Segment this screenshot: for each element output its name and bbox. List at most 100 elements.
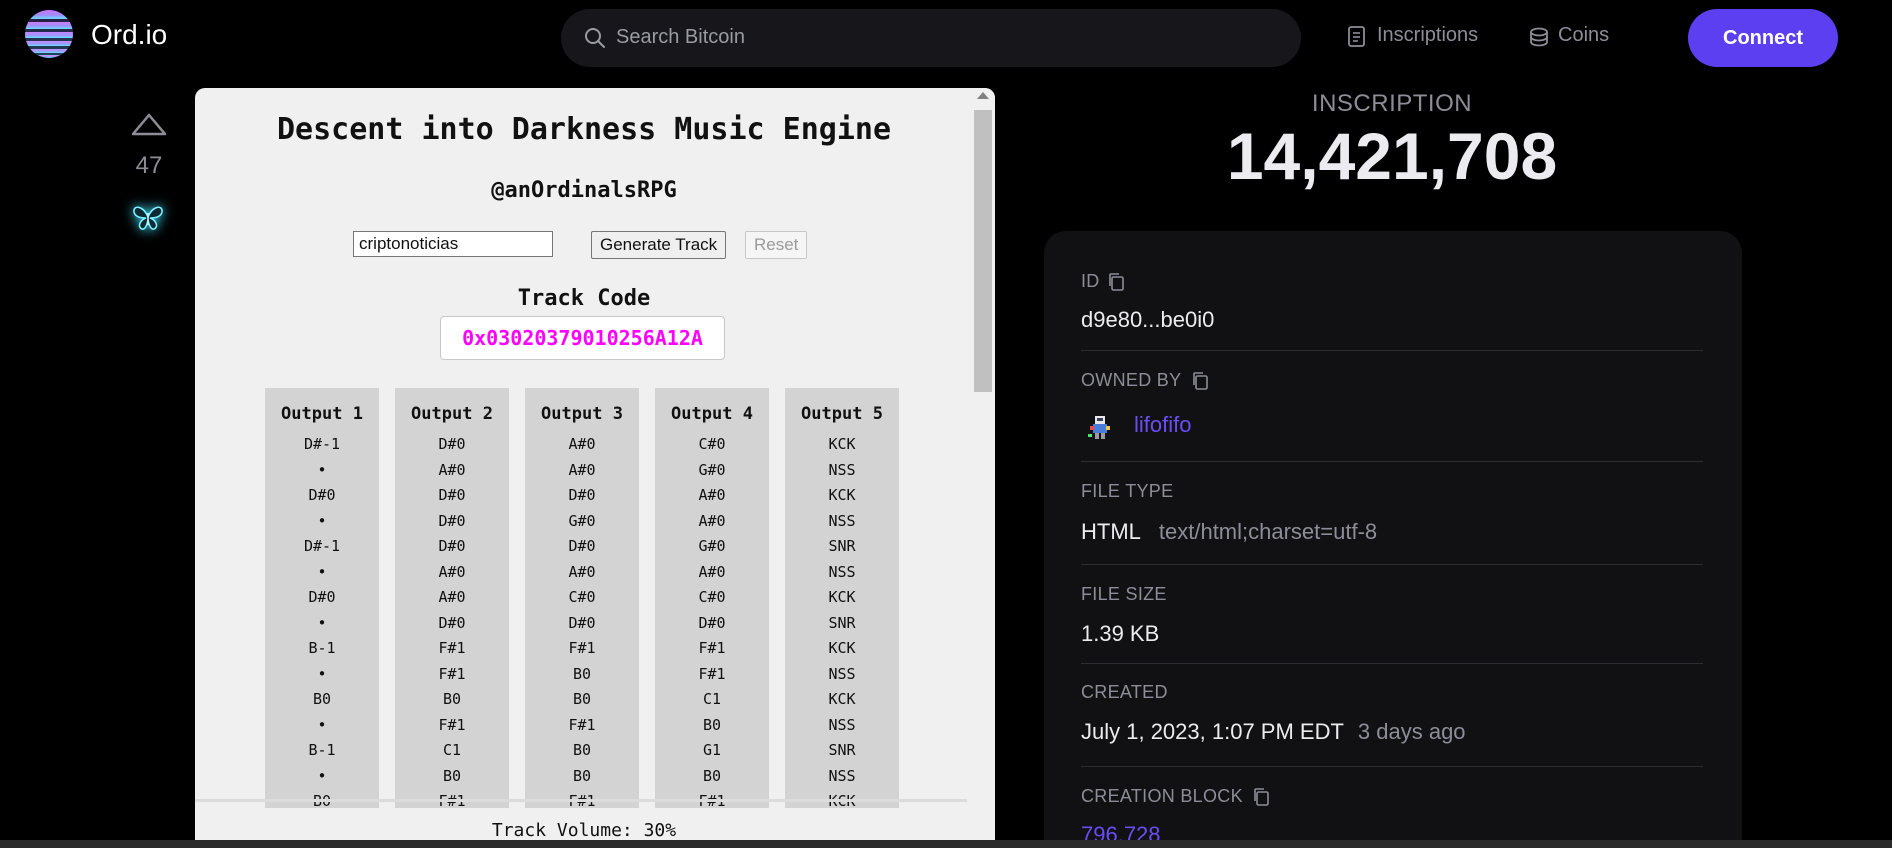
output-cell: C#0: [698, 435, 726, 453]
butterfly-icon[interactable]: [131, 203, 165, 233]
output-header: Output 3: [541, 404, 623, 424]
output-cell: B0: [572, 766, 592, 785]
creation-block-label: CREATION BLOCK: [1081, 786, 1243, 806]
output-cell: •: [317, 460, 327, 479]
output-cell: B0: [442, 766, 462, 785]
output-cell: SNR: [828, 613, 856, 632]
output-cell: F#1: [698, 639, 726, 657]
output-cell: KCK: [828, 435, 856, 453]
output-cell: G1: [702, 741, 722, 759]
track-volume: Track Volume: 30%: [491, 820, 677, 841]
output-cell: C1: [442, 741, 462, 759]
output-cell: •: [317, 511, 327, 530]
generate-track-button[interactable]: Generate Track: [591, 231, 727, 259]
output-cell: D#0: [438, 486, 466, 504]
output-cell: •: [317, 715, 327, 734]
created-row: July 1, 2023, 1:07 PM EDT 3 days ago: [1081, 719, 1466, 745]
track-code: 0x03020379010256A12A: [440, 316, 725, 360]
output-cell: B0: [572, 690, 592, 708]
output-cell: B0: [312, 690, 332, 708]
section-divider: [1081, 350, 1703, 351]
output-cell: C#0: [698, 588, 726, 606]
output-cell: F#1: [698, 664, 726, 683]
output-cell: NSS: [828, 562, 856, 581]
connect-button[interactable]: Connect: [1688, 9, 1838, 67]
output-cell: A#0: [698, 562, 726, 581]
scrollbar[interactable]: [973, 88, 995, 848]
inscription-label: INSCRIPTION: [1311, 90, 1473, 117]
created-label: CREATED: [1081, 682, 1168, 702]
output-cell: •: [317, 562, 327, 581]
file-type-value: HTML: [1081, 519, 1141, 544]
output-cell: KCK: [828, 639, 856, 657]
output-cell: A#0: [568, 460, 596, 479]
brand-name[interactable]: Ord.io: [91, 19, 167, 51]
output-cell: B0: [702, 766, 722, 785]
output-cell: A#0: [438, 562, 466, 581]
section-divider: [1081, 564, 1703, 565]
output-cell: B0: [442, 690, 462, 708]
output-header: Output 1: [281, 404, 363, 424]
output-cell: G#0: [698, 537, 726, 555]
scroll-thumb[interactable]: [974, 110, 992, 392]
output-cell: D#0: [438, 613, 466, 632]
inscription-details-card: ID d9e80...be0i0 OWNED BY lifofifo FILE …: [1044, 231, 1742, 848]
output-column: Output 4 C#0 G#0 A#0 A#0 G#0 A#0 C#0 D#0 F#1 F#1 C1…: [655, 388, 769, 808]
output-cell: C1: [702, 690, 722, 708]
copy-icon[interactable]: [1191, 371, 1209, 391]
inscription-preview[interactable]: Descent into Darkness Music Engine @anOr…: [195, 88, 995, 848]
ord-logo-icon[interactable]: [25, 10, 73, 58]
coins-icon: [1530, 27, 1548, 47]
output-cell: A#0: [438, 588, 466, 606]
app-subtitle: @anOrdinalsRPG: [491, 178, 677, 203]
owner-label: OWNED BY: [1081, 370, 1182, 390]
output-cell: D#-1: [303, 435, 341, 453]
id-value[interactable]: d9e80...be0i0: [1081, 307, 1214, 333]
output-cell: NSS: [828, 664, 856, 683]
search-input[interactable]: Search Bitcoin: [616, 26, 745, 49]
output-cell: D#0: [438, 537, 466, 555]
output-cell: NSS: [828, 715, 856, 734]
output-column: Output 3 A#0 A#0 D#0 G#0 D#0 A#0 C#0 D#0 F#1 B0 B0 F…: [525, 388, 639, 808]
output-column: Output 5 KCK NSS KCK NSS SNR NSS KCK SNR KCK NSS KC…: [785, 388, 899, 808]
output-cell: D#0: [308, 588, 336, 606]
output-cell: A#0: [568, 562, 596, 581]
output-cell: •: [317, 613, 327, 632]
output-cell: SNR: [828, 537, 856, 555]
output-header: Output 4: [671, 404, 753, 424]
output-cell: KCK: [828, 588, 856, 606]
copy-icon[interactable]: [1252, 787, 1270, 807]
output-cell: NSS: [828, 766, 856, 785]
mime-type: text/html;charset=utf-8: [1158, 519, 1378, 544]
search-bar[interactable]: Search Bitcoin: [561, 9, 1301, 67]
copy-icon[interactable]: [1107, 272, 1125, 292]
owner-avatar[interactable]: [1083, 410, 1117, 444]
output-cell: F#1: [438, 639, 466, 657]
scroll-up-arrow-icon[interactable]: [977, 92, 989, 99]
output-cell: KCK: [828, 690, 856, 708]
output-cell: B0: [702, 715, 722, 734]
seed-input[interactable]: [353, 231, 553, 257]
nav-coins-label: Coins: [1558, 24, 1610, 46]
output-cell: F#1: [568, 715, 596, 734]
nav-inscriptions-label: Inscriptions: [1377, 24, 1479, 46]
id-label: ID: [1081, 271, 1100, 291]
output-header: Output 2: [411, 404, 493, 424]
output-cell: SNR: [828, 741, 856, 759]
triangle-up-icon[interactable]: [129, 110, 169, 138]
owner-link[interactable]: lifofifo: [1134, 412, 1191, 438]
created-date: July 1, 2023, 1:07 PM EDT: [1081, 719, 1344, 744]
output-cell: C#0: [568, 588, 596, 606]
output-cell: A#0: [698, 486, 726, 504]
output-cell: D#0: [568, 537, 596, 555]
vote-count: 47: [135, 152, 163, 179]
output-cell: D#0: [438, 511, 466, 530]
output-cell: F#1: [438, 664, 466, 683]
output-cell: A#0: [568, 435, 596, 453]
file-size-label: FILE SIZE: [1081, 584, 1167, 604]
output-cell: D#-1: [303, 537, 341, 555]
output-cell: D#0: [568, 486, 596, 504]
reset-button[interactable]: Reset: [745, 231, 808, 259]
output-column: Output 2 D#0 A#0 D#0 D#0 D#0 A#0 A#0 D#0 F#1 F#1 B0…: [395, 388, 509, 808]
output-cell: A#0: [698, 511, 726, 530]
